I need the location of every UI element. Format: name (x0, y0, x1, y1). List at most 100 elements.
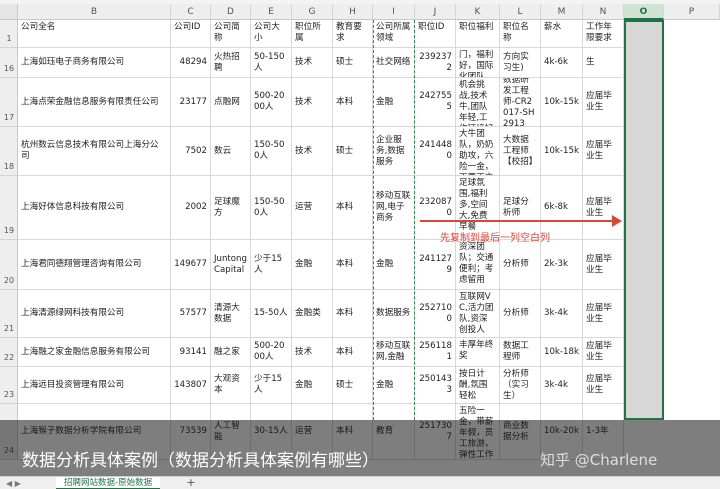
cell-domain[interactable]: 技术 (292, 78, 333, 127)
cell-short-name[interactable]: 融之家 (211, 338, 251, 367)
cell-company-id[interactable]: 149677 (171, 240, 211, 290)
cell-company-id[interactable]: 93141 (171, 338, 211, 367)
cell-company[interactable]: 上海远目投资管理有限公司 (18, 367, 171, 404)
cell-industry[interactable]: 金融 (373, 240, 415, 290)
cell-job-name[interactable]: 大数据工程师【校招】 (500, 127, 541, 176)
cell-edu[interactable]: 本科 (333, 290, 373, 338)
cell-job-id[interactable]: 2427555 (415, 78, 456, 127)
cell-job-name[interactable]: 数据工程师 (500, 338, 541, 367)
cell-domain[interactable]: 技术 (292, 48, 333, 78)
cell-job-id[interactable]: 2561181 (415, 338, 456, 367)
sheet-tab-raw-data[interactable]: 招聘网站数据-原始数据 (56, 477, 161, 489)
cell-size[interactable]: 少于15人 (251, 367, 292, 404)
cell-edu[interactable]: 本科 (333, 240, 373, 290)
cell-domain[interactable]: 金融 (292, 367, 333, 404)
cell-job-name[interactable]: 分析师 (500, 290, 541, 338)
cell-years[interactable]: 生 (583, 48, 624, 78)
cell-size[interactable]: 150-500人 (251, 127, 292, 176)
cell-years[interactable]: 应届毕业生 (583, 240, 624, 290)
cell-edu[interactable]: 硕士 (333, 127, 373, 176)
col-header-D[interactable]: D (211, 4, 251, 20)
cell-edu[interactable]: 硕士 (333, 367, 373, 404)
cell-short-name[interactable]: 足球魔方 (211, 176, 251, 240)
header-size[interactable]: 公司大小 (251, 20, 292, 48)
header-domain[interactable]: 职位所属 (292, 20, 333, 48)
col-header-C[interactable]: C (171, 4, 211, 20)
cell-company[interactable]: 杭州数云信息技术有限公司上海分公司 (18, 127, 171, 176)
cell-industry[interactable]: 企业服务,数据服务 (373, 127, 415, 176)
row-header[interactable]: 21 (0, 290, 18, 338)
cell-job-id[interactable]: 2392372 (415, 48, 456, 78)
cell-edu[interactable]: 本科 (333, 338, 373, 367)
cell-welfare[interactable]: 丰厚年终奖 (456, 338, 500, 367)
col-header-E[interactable]: E (251, 4, 292, 20)
cell-size[interactable]: 500-2000人 (251, 78, 292, 127)
col-header-O[interactable]: O (624, 4, 664, 20)
cell-size[interactable]: 500-2000人 (251, 338, 292, 367)
header-years[interactable]: 工作年限要求 (583, 20, 624, 48)
cell-size[interactable]: 150-500人 (251, 176, 292, 240)
col-header-H[interactable]: H (333, 4, 373, 20)
cell-welfare[interactable]: 资深团队；交通便利；考虑留用 (456, 240, 500, 290)
cell-job-name[interactable]: 数据研发工程师-CR2017-SH2913 (500, 78, 541, 127)
cell-welfare[interactable]: 大牛团队，奶奶助攻，六险一金，不要不来 (456, 127, 500, 176)
header-short-name[interactable]: 公司简称 (211, 20, 251, 48)
cell-years[interactable]: 应届毕业生 (583, 78, 624, 127)
cell-years[interactable]: 应届毕业生 (583, 367, 624, 404)
col-header-N[interactable]: N (583, 4, 624, 20)
cell-years[interactable]: 应届毕业生 (583, 176, 624, 240)
cell-salary[interactable]: 3k-4k (541, 367, 583, 404)
cell-industry[interactable]: 移动互联网,电子商务 (373, 176, 415, 240)
col-header-M[interactable]: M (541, 4, 583, 20)
cell-domain[interactable]: 运营 (292, 176, 333, 240)
row-header[interactable]: 19 (0, 176, 18, 240)
cell-short-name[interactable]: 点融网 (211, 78, 251, 127)
cell-salary[interactable]: 3k-4k (541, 290, 583, 338)
cell-industry[interactable]: 金融 (373, 367, 415, 404)
column-O-fill[interactable] (624, 20, 664, 420)
cell-company[interactable]: 上海融之家金融信息服务有限公司 (18, 338, 171, 367)
cell-industry[interactable]: 数据服务 (373, 290, 415, 338)
cell-salary[interactable]: 10k-15k (541, 127, 583, 176)
select-all-corner[interactable] (0, 4, 18, 20)
cell-salary[interactable]: 10k-15k (541, 78, 583, 127)
cell-job-id[interactable]: 2414480 (415, 127, 456, 176)
col-header-L[interactable]: L (500, 4, 541, 20)
cell-years[interactable]: 应届毕业生 (583, 127, 624, 176)
cell-size[interactable]: 50-150人 (251, 48, 292, 78)
header-salary[interactable]: 薪水 (541, 20, 583, 48)
tab-nav-arrows-icon[interactable]: ◀ ▶ (6, 477, 21, 489)
cell-welfare[interactable]: 按日计酬,氛围轻松 (456, 367, 500, 404)
cell-domain[interactable]: 技术 (292, 338, 333, 367)
cell-short-name[interactable]: 火热招聘 (211, 48, 251, 78)
cell-short-name[interactable]: 清源大数据 (211, 290, 251, 338)
cell-edu[interactable]: 本科 (333, 176, 373, 240)
header-edu[interactable]: 教育要求 (333, 20, 373, 48)
cell-company-id[interactable]: 2002 (171, 176, 211, 240)
header-job-id[interactable]: 职位ID (415, 20, 456, 48)
cell-industry[interactable]: 社交网络 (373, 48, 415, 78)
cell-size[interactable]: 少于15人 (251, 240, 292, 290)
header-company-id[interactable]: 公司ID (171, 20, 211, 48)
cell-years[interactable]: 应届毕业生 (583, 338, 624, 367)
row-header[interactable]: 20 (0, 240, 18, 290)
cell-company-id[interactable]: 57577 (171, 290, 211, 338)
cell-short-name[interactable]: 数云 (211, 127, 251, 176)
cell-company[interactable]: 上海如珏电子商务有限公司 (18, 48, 171, 78)
col-header-J[interactable]: J (415, 4, 456, 20)
cell-domain[interactable]: 金融 (292, 240, 333, 290)
cell-salary[interactable]: 10k-18k (541, 338, 583, 367)
cell-company-id[interactable]: 23177 (171, 78, 211, 127)
col-header-I[interactable]: I (373, 4, 415, 20)
cell-company[interactable]: 上海君同德翔管理咨询有限公司 (18, 240, 171, 290)
cell-welfare[interactable]: 机会挑战,技术牛,团队年轻,工作环境好 (456, 78, 500, 127)
cell-job-name[interactable]: 方向实习生) (500, 48, 541, 78)
cell-industry[interactable]: 金融 (373, 78, 415, 127)
header-welfare[interactable]: 职位福利 (456, 20, 500, 48)
cell-domain[interactable]: 金融类 (292, 290, 333, 338)
cell-edu[interactable]: 本科 (333, 78, 373, 127)
cell-company-id[interactable]: 48294 (171, 48, 211, 78)
cell-company-id[interactable]: 143807 (171, 367, 211, 404)
cell-job-name[interactable]: 分析师 (500, 240, 541, 290)
header-company[interactable]: 公司全名 (18, 20, 171, 48)
